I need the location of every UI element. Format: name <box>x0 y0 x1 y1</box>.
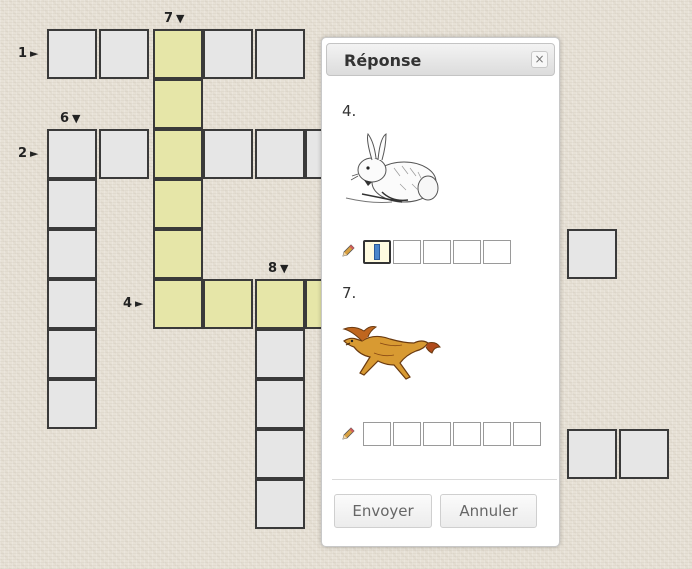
rabbit-picture <box>345 132 439 203</box>
grid-cell-highlighted[interactable] <box>153 79 203 129</box>
letter-box[interactable] <box>483 240 511 264</box>
grid-cell[interactable] <box>47 329 97 379</box>
answer-input-7[interactable] <box>363 422 541 446</box>
arrow-right-icon: ► <box>30 147 39 160</box>
clue-number: 2 <box>18 146 28 161</box>
letter-box[interactable] <box>483 422 511 446</box>
answer-dialog: Réponse × 4. 7. Envoyer Annuler <box>321 37 560 547</box>
close-icon[interactable]: × <box>531 51 548 68</box>
clue-number: 6 <box>60 111 70 126</box>
grid-cell-highlighted[interactable] <box>153 279 203 329</box>
letter-box[interactable] <box>453 422 481 446</box>
letter-box[interactable] <box>423 422 451 446</box>
grid-cell[interactable] <box>567 229 617 279</box>
clue-number: 8 <box>268 261 278 276</box>
pencil-icon <box>342 244 355 257</box>
answer-input-4[interactable] <box>363 240 511 264</box>
clue-number: 1 <box>18 46 28 61</box>
clue-marker-6[interactable]: 6 ▼ <box>60 111 81 126</box>
arrow-down-icon: ▼ <box>280 262 289 275</box>
grid-cell[interactable] <box>99 29 149 79</box>
grid-cell[interactable] <box>99 129 149 179</box>
grid-cell[interactable] <box>47 179 97 229</box>
clue-marker-4[interactable]: 4 ► <box>123 296 144 311</box>
clue-marker-8[interactable]: 8 ▼ <box>268 261 289 276</box>
dialog-title: Réponse <box>344 51 422 70</box>
cancel-button[interactable]: Annuler <box>440 494 537 528</box>
clue-marker-1[interactable]: 1 ► <box>18 46 39 61</box>
grid-cell[interactable] <box>255 129 305 179</box>
letter-box[interactable] <box>513 422 541 446</box>
grid-cell[interactable] <box>255 29 305 79</box>
grid-cell[interactable] <box>203 129 253 179</box>
grid-cell-highlighted[interactable] <box>255 279 305 329</box>
letter-box[interactable] <box>423 240 451 264</box>
arrow-down-icon: ▼ <box>176 12 185 25</box>
dialog-separator <box>332 479 557 480</box>
grid-cell-highlighted[interactable] <box>153 229 203 279</box>
grid-cell[interactable] <box>255 479 305 529</box>
grid-cell[interactable] <box>47 279 97 329</box>
clue-number: 7 <box>164 11 174 26</box>
grid-cell[interactable] <box>47 229 97 279</box>
grid-cell-highlighted[interactable] <box>203 279 253 329</box>
grid-cell[interactable] <box>255 329 305 379</box>
letter-box[interactable] <box>363 240 391 264</box>
grid-cell[interactable] <box>619 429 669 479</box>
pencil-icon <box>342 427 355 440</box>
letter-box[interactable] <box>363 422 391 446</box>
letter-box[interactable] <box>393 422 421 446</box>
question-number: 4. <box>342 102 357 120</box>
grid-cell[interactable] <box>203 29 253 79</box>
grid-cell-highlighted[interactable] <box>153 29 203 79</box>
arrow-down-icon: ▼ <box>72 112 81 125</box>
letter-box[interactable] <box>393 240 421 264</box>
arrow-right-icon: ► <box>30 47 39 60</box>
grid-cell[interactable] <box>47 379 97 429</box>
letter-box[interactable] <box>453 240 481 264</box>
grid-cell-highlighted[interactable] <box>153 129 203 179</box>
arrow-right-icon: ► <box>135 297 144 310</box>
clue-marker-7[interactable]: 7 ▼ <box>164 11 185 26</box>
send-button[interactable]: Envoyer <box>334 494 432 528</box>
grid-cell[interactable] <box>47 29 97 79</box>
dialog-header[interactable]: Réponse × <box>326 43 555 76</box>
question-number: 7. <box>342 284 357 302</box>
clue-marker-2[interactable]: 2 ► <box>18 146 39 161</box>
grid-cell[interactable] <box>567 429 617 479</box>
grid-cell[interactable] <box>255 379 305 429</box>
horse-picture <box>342 326 441 380</box>
grid-cell[interactable] <box>47 129 97 179</box>
grid-cell-highlighted[interactable] <box>153 179 203 229</box>
clue-number: 4 <box>123 296 133 311</box>
grid-cell[interactable] <box>255 429 305 479</box>
